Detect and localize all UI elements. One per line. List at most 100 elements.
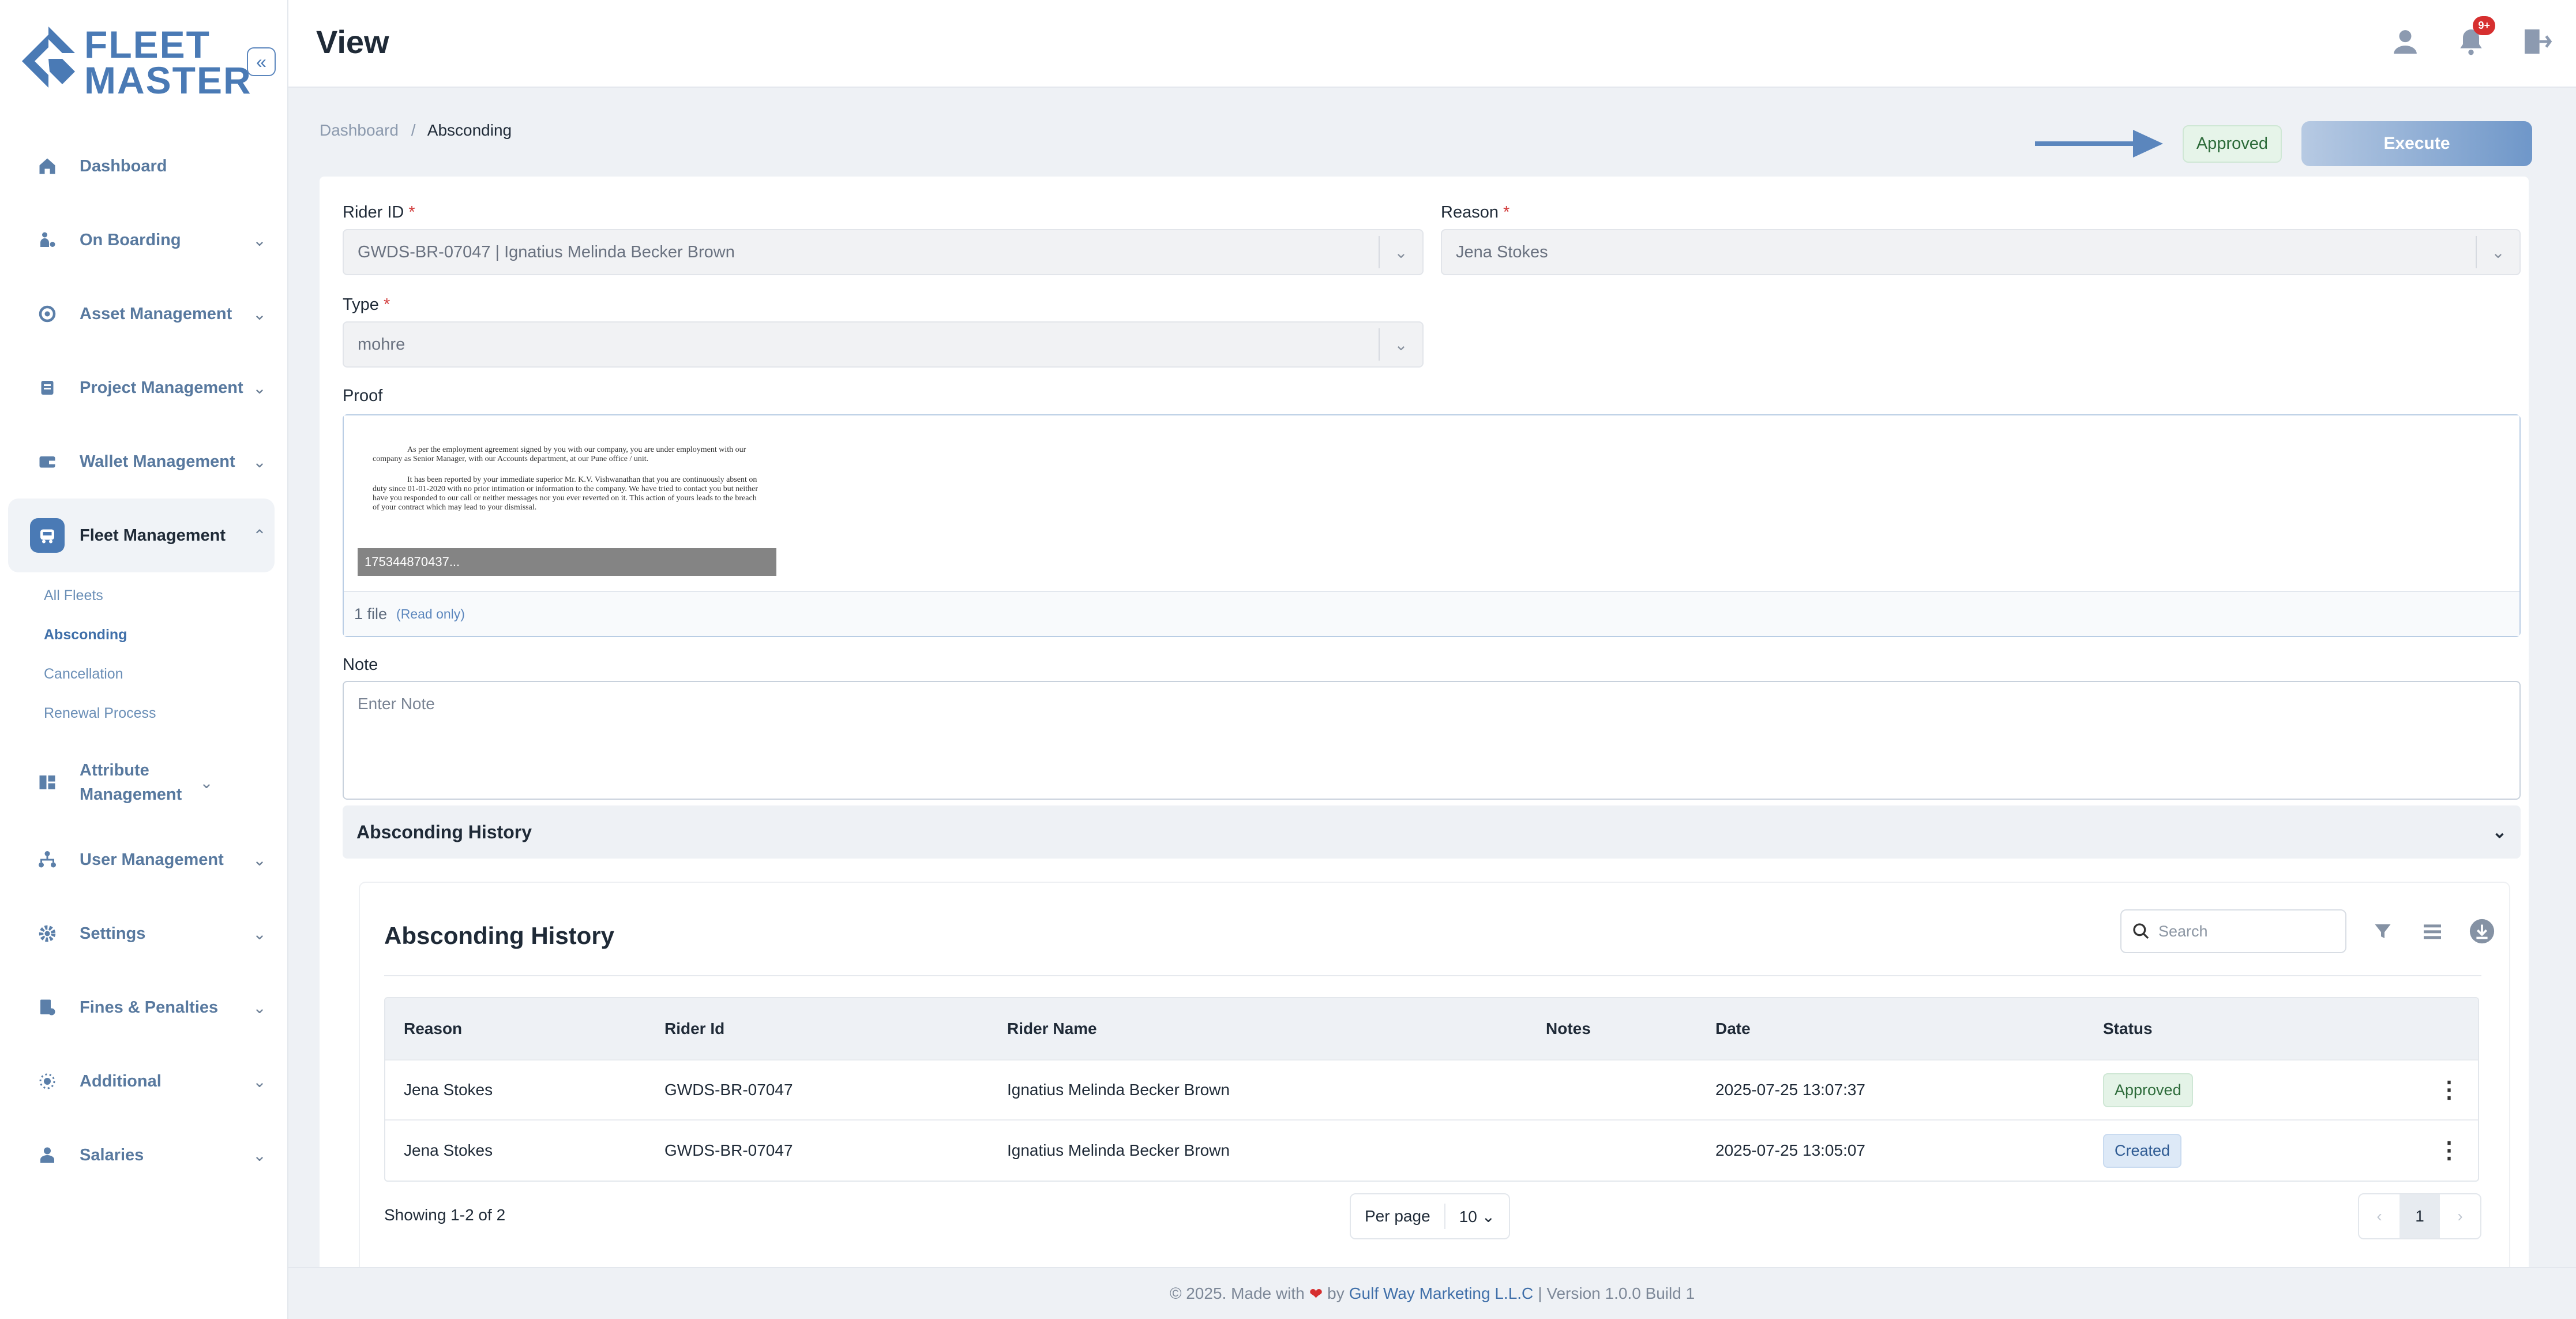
chevron-down-icon: ⌄ — [200, 773, 213, 792]
note-label: Note — [343, 655, 378, 674]
cell-status: Approved — [2085, 1073, 2420, 1107]
chevron-up-icon: ⌃ — [253, 526, 266, 545]
sidebar-item-label: Fines & Penalties — [80, 998, 219, 1017]
cell-reason: Jena Stokes — [404, 1081, 493, 1099]
chevron-down-icon: ⌄ — [253, 231, 266, 249]
fines-icon — [30, 990, 65, 1025]
chevron-down-icon: ⌄ — [253, 379, 266, 397]
type-select[interactable]: mohre ⌄ — [343, 321, 1424, 368]
submenu-item-absconding[interactable]: Absconding — [44, 615, 288, 654]
per-page-value: 10 ⌄ — [1459, 1207, 1496, 1226]
status-badge: Approved — [2182, 125, 2282, 163]
row-actions-kebab-icon[interactable]: ⋮ — [2420, 1077, 2478, 1103]
breadcrumb-dashboard-link[interactable]: Dashboard — [320, 121, 399, 139]
collapse-sidebar-button[interactable]: « — [247, 47, 276, 76]
per-page-select[interactable]: Per page 10 ⌄ — [1350, 1193, 1511, 1239]
column-header-status[interactable]: Status — [2085, 1020, 2420, 1038]
logo-mark-icon — [22, 27, 75, 88]
per-page-label: Per page — [1351, 1204, 1445, 1229]
columns-icon[interactable] — [2419, 918, 2446, 945]
sidebar-item-wallet-management[interactable]: Wallet Management ⌄ — [8, 425, 275, 499]
breadcrumb: Dashboard / Absconding — [320, 121, 512, 140]
cell-rider-id: GWDS-BR-07047 — [664, 1141, 793, 1159]
chevron-down-icon: ⌄ — [2476, 236, 2519, 268]
heart-icon: ❤ — [1309, 1284, 1323, 1303]
users-icon — [30, 842, 65, 877]
sidebar-item-label: On Boarding — [80, 231, 181, 249]
attribute-icon — [30, 765, 65, 800]
sidebar-item-settings[interactable]: Settings ⌄ — [8, 897, 275, 970]
absconding-history-accordion[interactable]: Absconding History ⌄ — [343, 805, 2521, 859]
next-page-chevron-right-icon[interactable]: › — [2440, 1194, 2480, 1238]
sidebar: FLEET MASTER « Dashboard On Boarding ⌄ A… — [0, 0, 288, 1319]
filter-icon[interactable] — [2370, 918, 2396, 945]
footer-company-link[interactable]: Gulf Way Marketing L.L.C — [1349, 1284, 1534, 1303]
sidebar-item-on-boarding[interactable]: On Boarding ⌄ — [8, 203, 275, 277]
fleet-master-logo[interactable]: FLEET MASTER — [20, 21, 251, 102]
chevron-down-icon: ⌄ — [253, 924, 266, 943]
proof-file-thumbnail[interactable]: As per the employment agreement signed b… — [358, 445, 776, 576]
execute-button[interactable]: Execute — [2301, 121, 2532, 166]
top-bar: View 9+ — [288, 0, 2576, 88]
sidebar-item-dashboard[interactable]: Dashboard — [8, 129, 275, 203]
sidebar-item-label: Salaries — [80, 1146, 144, 1164]
rider-id-select[interactable]: GWDS-BR-07047 | Ignatius Melinda Becker … — [343, 229, 1424, 275]
proof-label: Proof — [343, 387, 383, 405]
history-search-input[interactable]: Search — [2120, 909, 2346, 953]
sidebar-item-label: Settings — [80, 924, 146, 943]
notification-bell-icon[interactable]: 9+ — [2455, 16, 2495, 58]
cell-rider-id: GWDS-BR-07047 — [664, 1081, 793, 1099]
row-actions-kebab-icon[interactable]: ⋮ — [2420, 1137, 2478, 1164]
cell-rider-name: Ignatius Melinda Becker Brown — [1007, 1141, 1230, 1159]
submenu-item-cancellation[interactable]: Cancellation — [44, 654, 288, 694]
download-icon[interactable] — [2469, 918, 2495, 945]
sidebar-item-fleet-management[interactable]: Fleet Management ⌃ — [8, 499, 275, 572]
column-header-notes[interactable]: Notes — [1527, 1020, 1697, 1038]
sidebar-item-user-management[interactable]: User Management ⌄ — [8, 823, 275, 897]
sidebar-item-attribute-management[interactable]: Attribute Management ⌄ — [8, 742, 275, 823]
sidebar-item-label: Project Management — [80, 379, 243, 397]
reason-select[interactable]: Jena Stokes ⌄ — [1441, 229, 2521, 275]
sidebar-item-additional[interactable]: Additional ⌄ — [8, 1044, 275, 1118]
note-textarea[interactable]: Enter Note — [343, 681, 2521, 800]
cell-status: Created — [2085, 1133, 2420, 1168]
sidebar-nav: Dashboard On Boarding ⌄ Asset Management… — [0, 129, 288, 1192]
sidebar-item-asset-management[interactable]: Asset Management ⌄ — [8, 277, 275, 351]
search-icon — [2133, 923, 2149, 939]
page-footer: © 2025. Made with ❤ by Gulf Way Marketin… — [288, 1267, 2576, 1319]
submenu-item-renewal-process[interactable]: Renewal Process — [44, 694, 288, 733]
sidebar-item-label: Asset Management — [80, 305, 232, 323]
column-header-rider-id[interactable]: Rider Id — [646, 1020, 989, 1038]
history-table: Reason Rider Id Rider Name Notes Date St… — [384, 997, 2479, 1182]
proof-filename: 175344870437... — [358, 548, 776, 576]
sidebar-item-label: Dashboard — [80, 157, 167, 175]
column-header-rider-name[interactable]: Rider Name — [989, 1020, 1527, 1038]
sidebar-item-project-management[interactable]: Project Management ⌄ — [8, 351, 275, 425]
column-header-date[interactable]: Date — [1697, 1020, 2085, 1038]
submenu-item-all-fleets[interactable]: All Fleets — [44, 576, 288, 615]
table-row[interactable]: Jena Stokes GWDS-BR-07047 Ignatius Melin… — [385, 1061, 2478, 1121]
salaries-icon — [30, 1138, 65, 1172]
cell-date: 2025-07-25 13:07:37 — [1715, 1081, 1865, 1099]
additional-icon — [30, 1064, 65, 1099]
table-header-row: Reason Rider Id Rider Name Notes Date St… — [385, 998, 2478, 1061]
chevron-down-icon: ⌄ — [2492, 822, 2507, 842]
page-title: View — [316, 24, 389, 60]
prev-page-chevron-left-icon[interactable]: ‹ — [2359, 1194, 2399, 1238]
user-profile-icon[interactable] — [2389, 25, 2421, 58]
sidebar-item-fines-penalties[interactable]: Fines & Penalties ⌄ — [8, 970, 275, 1044]
asset-icon — [30, 297, 65, 331]
read-only-label: (Read only) — [396, 606, 465, 621]
logout-icon[interactable] — [2521, 25, 2553, 58]
page-number-button[interactable]: 1 — [2399, 1194, 2440, 1238]
table-row[interactable]: Jena Stokes GWDS-BR-07047 Ignatius Melin… — [385, 1121, 2478, 1181]
column-header-reason[interactable]: Reason — [385, 1020, 646, 1038]
proof-upload-box: As per the employment agreement signed b… — [343, 414, 2521, 637]
sidebar-item-salaries[interactable]: Salaries ⌄ — [8, 1118, 275, 1192]
cell-rider-name: Ignatius Melinda Becker Brown — [1007, 1081, 1230, 1099]
history-title: Absconding History — [384, 922, 615, 949]
proof-file-count: 1 file — [354, 605, 388, 623]
gear-icon — [30, 916, 65, 951]
proof-document-text: As per the employment agreement signed b… — [373, 445, 746, 463]
onboarding-icon — [30, 223, 65, 257]
